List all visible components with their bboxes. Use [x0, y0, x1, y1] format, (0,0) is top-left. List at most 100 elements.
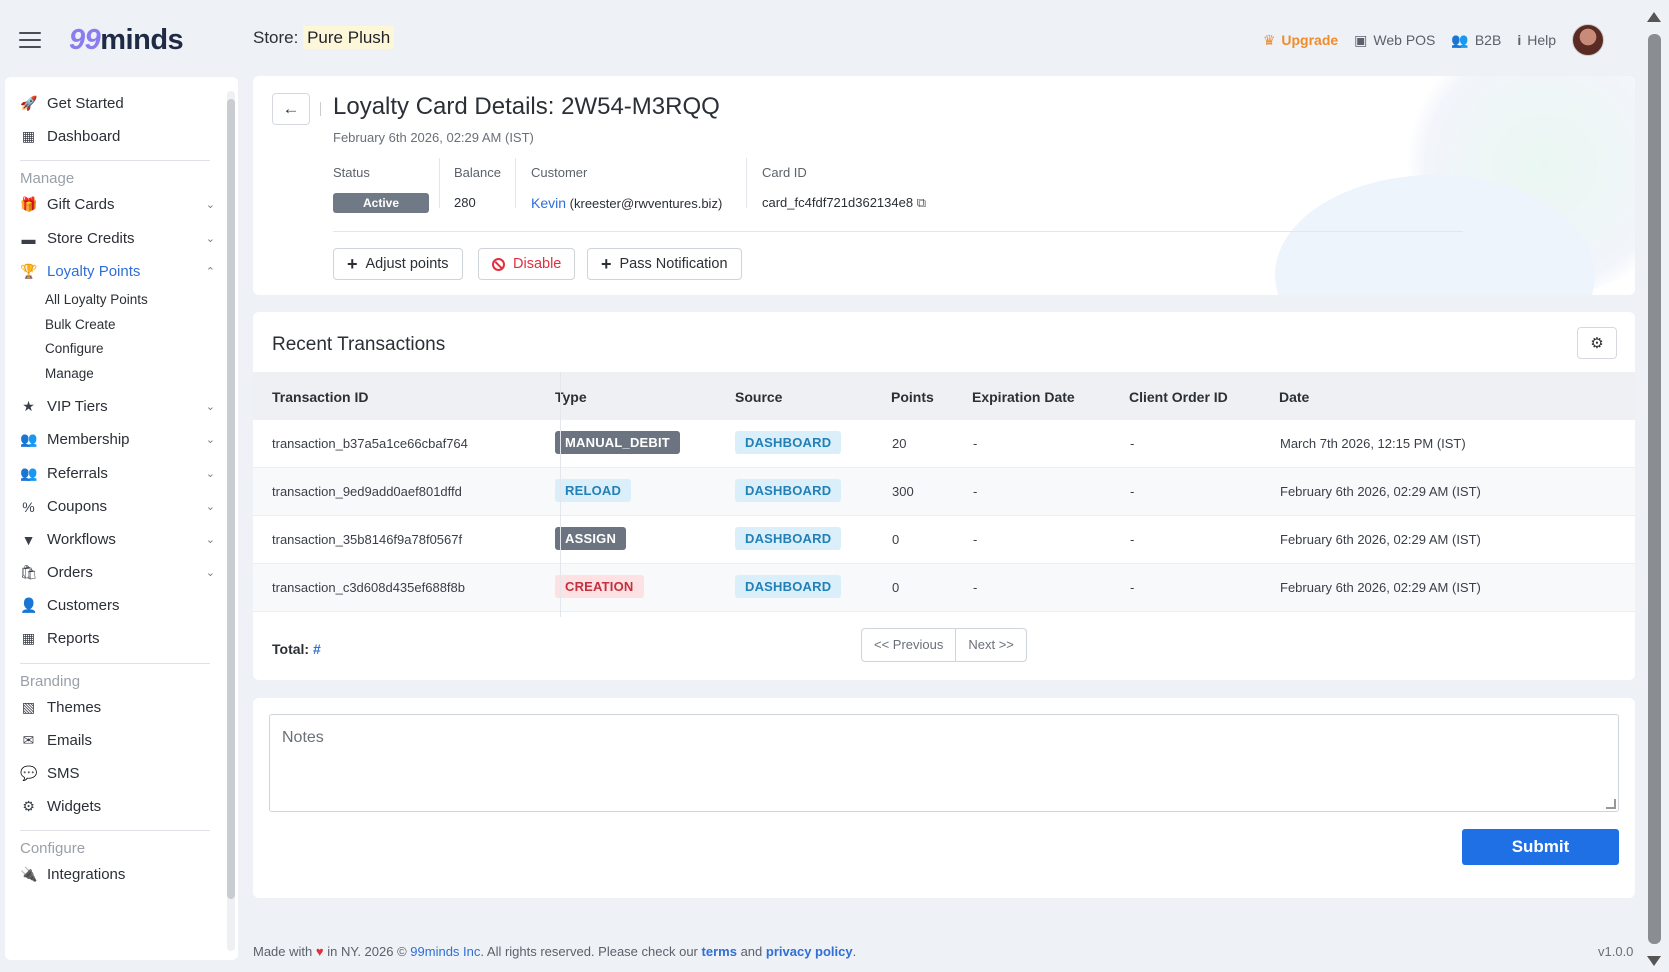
terms-link[interactable]: terms — [702, 944, 737, 959]
gift-icon: 🎁 — [20, 196, 38, 212]
loyalty-card-details: ← Loyalty Card Details: 2W54-M3RQQ Febru… — [253, 76, 1635, 295]
upgrade-link[interactable]: ♛ Upgrade — [1263, 32, 1338, 49]
notes-placeholder: Notes — [282, 729, 324, 746]
section-manage: Manage — [20, 170, 75, 187]
image-icon: ▧ — [21, 699, 36, 715]
sidebar-sub-manage[interactable]: Manage — [45, 366, 94, 381]
sidebar-item-dashboard[interactable]: ▦ Dashboard — [20, 128, 215, 145]
resize-handle-icon[interactable] — [1606, 799, 1616, 809]
logo[interactable]: 99minds — [69, 24, 184, 57]
pass-notification-button[interactable]: + Pass Notification — [587, 248, 742, 280]
sidebar-sub-bulk-create[interactable]: Bulk Create — [45, 317, 116, 332]
total-value[interactable]: # — [313, 641, 321, 657]
submit-button[interactable]: Submit — [1462, 829, 1619, 865]
copy-icon[interactable]: ⧉ — [917, 195, 926, 210]
col-points[interactable]: Points — [891, 389, 934, 405]
chevron-down-icon: ⌄ — [205, 501, 215, 513]
sidebar-item-membership[interactable]: 👥 Membership ⌄ — [20, 431, 215, 448]
table-row[interactable]: transaction_c3d608d435ef688f8b CREATION … — [253, 564, 1635, 612]
table-settings-button[interactable]: ⚙ — [1577, 327, 1617, 359]
sidebar-sub-all-loyalty-points[interactable]: All Loyalty Points — [45, 292, 148, 307]
col-transaction-id[interactable]: Transaction ID — [272, 389, 368, 405]
type-badge: RELOAD — [555, 479, 632, 502]
ban-icon — [492, 257, 505, 271]
cell-points: 20 — [892, 436, 907, 451]
cell-transaction-id: transaction_c3d608d435ef688f8b — [272, 580, 465, 595]
chevron-down-icon: ⌄ — [205, 199, 215, 211]
col-expiration-date[interactable]: Expiration Date — [972, 389, 1075, 405]
notes-card: Notes Submit — [253, 698, 1635, 898]
sidebar: 🚀 Get Started ▦ Dashboard Manage 🎁 Gift Car… — [5, 77, 238, 960]
notes-textarea[interactable]: Notes — [269, 714, 1619, 812]
page-title: Loyalty Card Details: 2W54-M3RQQ — [333, 93, 720, 120]
sidebar-item-sms[interactable]: 💬 SMS — [20, 765, 215, 782]
webpos-link[interactable]: ▣ Web POS — [1354, 32, 1435, 49]
sidebar-item-vip-tiers[interactable]: ★ VIP Tiers ⌄ — [20, 398, 215, 415]
sidebar-item-integrations[interactable]: 🔌 Integrations — [20, 866, 215, 883]
card-id-value: card_fc4fdf721d362134e8 ⧉ — [762, 195, 926, 210]
col-client-order-id[interactable]: Client Order ID — [1129, 389, 1228, 405]
sidebar-item-referrals[interactable]: 👥 Referrals ⌄ — [20, 465, 215, 482]
sidebar-item-themes[interactable]: ▧ Themes — [20, 699, 215, 716]
scroll-down-icon[interactable] — [1647, 956, 1661, 966]
cell-expiration: - — [973, 484, 978, 499]
scroll-up-icon[interactable] — [1647, 12, 1661, 22]
cell-date: February 6th 2026, 02:29 AM (IST) — [1280, 580, 1481, 595]
source-badge: DASHBOARD — [735, 575, 842, 598]
customer-label: Customer — [531, 165, 588, 180]
company-link[interactable]: 99minds Inc — [410, 944, 480, 959]
status-badge: Active — [333, 193, 429, 213]
users-icon: 👥 — [1451, 31, 1469, 48]
sidebar-item-loyalty-points[interactable]: 🏆 Loyalty Points ⌃ — [20, 263, 215, 280]
b2b-link[interactable]: 👥 B2B — [1451, 32, 1501, 49]
pagination: << Previous Next >> — [861, 628, 1027, 662]
table-row[interactable]: transaction_b37a5a1ce66cbaf764 MANUAL_DE… — [253, 420, 1635, 468]
hamburger-menu-icon[interactable] — [19, 32, 41, 48]
sidebar-item-store-credits[interactable]: ▬ Store Credits ⌄ — [20, 230, 216, 247]
help-link[interactable]: i Help — [1517, 32, 1556, 48]
page-scrollbar[interactable] — [1639, 0, 1669, 972]
sidebar-item-get-started[interactable]: 🚀 Get Started — [20, 95, 215, 112]
cell-points: 0 — [892, 532, 900, 547]
cell-expiration: - — [973, 580, 978, 595]
chevron-down-icon: ⌄ — [205, 534, 215, 546]
sidebar-sub-configure[interactable]: Configure — [45, 341, 104, 356]
previous-button[interactable]: << Previous — [862, 629, 955, 661]
disable-button[interactable]: Disable — [478, 248, 576, 280]
sidebar-scrollbar[interactable] — [227, 91, 235, 951]
chevron-up-icon: ⌃ — [205, 266, 215, 278]
back-button[interactable]: ← — [272, 93, 310, 125]
type-badge: MANUAL_DEBIT — [555, 431, 680, 454]
sidebar-item-workflows[interactable]: ▼ Workflows ⌄ — [20, 531, 215, 548]
sidebar-item-reports[interactable]: ▦ Reports — [20, 630, 215, 647]
table-row[interactable]: transaction_9ed9add0aef801dffd RELOAD DA… — [253, 468, 1635, 516]
customer-value: Kevin (kreester@rwventures.biz) — [531, 195, 723, 211]
type-badge: ASSIGN — [555, 527, 627, 550]
customer-link[interactable]: Kevin — [531, 195, 566, 211]
scroll-thumb[interactable] — [1648, 34, 1661, 944]
col-source[interactable]: Source — [735, 389, 782, 405]
sidebar-item-orders[interactable]: 🛍 Orders ⌄ — [20, 564, 215, 581]
sidebar-item-emails[interactable]: ✉ Emails — [20, 732, 215, 749]
chevron-down-icon: ⌄ — [205, 434, 215, 446]
sidebar-item-coupons[interactable]: % Coupons ⌄ — [20, 498, 215, 515]
avatar[interactable] — [1572, 24, 1604, 56]
section-branding: Branding — [20, 673, 81, 690]
type-badge: CREATION — [555, 575, 644, 598]
cell-order-id: - — [1130, 484, 1135, 499]
privacy-link[interactable]: privacy policy — [766, 944, 853, 959]
sidebar-item-gift-cards[interactable]: 🎁 Gift Cards ⌄ — [20, 196, 215, 213]
adjust-points-button[interactable]: + Adjust points — [333, 248, 463, 280]
sidebar-item-widgets[interactable]: ⚙ Widgets — [20, 798, 215, 815]
users-icon: 👥 — [20, 465, 38, 481]
page-date: February 6th 2026, 02:29 AM (IST) — [333, 130, 534, 145]
sidebar-item-customers[interactable]: 👤 Customers — [20, 597, 215, 614]
store-name[interactable]: Pure Plush — [303, 26, 395, 49]
gear-icon: ⚙ — [1590, 335, 1604, 352]
section-configure: Configure — [20, 840, 86, 857]
col-date[interactable]: Date — [1279, 389, 1309, 405]
next-button[interactable]: Next >> — [955, 629, 1026, 661]
table-row[interactable]: transaction_35b8146f9a78f0567f ASSIGN DA… — [253, 516, 1635, 564]
status-label: Status — [333, 165, 370, 180]
cell-expiration: - — [973, 532, 978, 547]
